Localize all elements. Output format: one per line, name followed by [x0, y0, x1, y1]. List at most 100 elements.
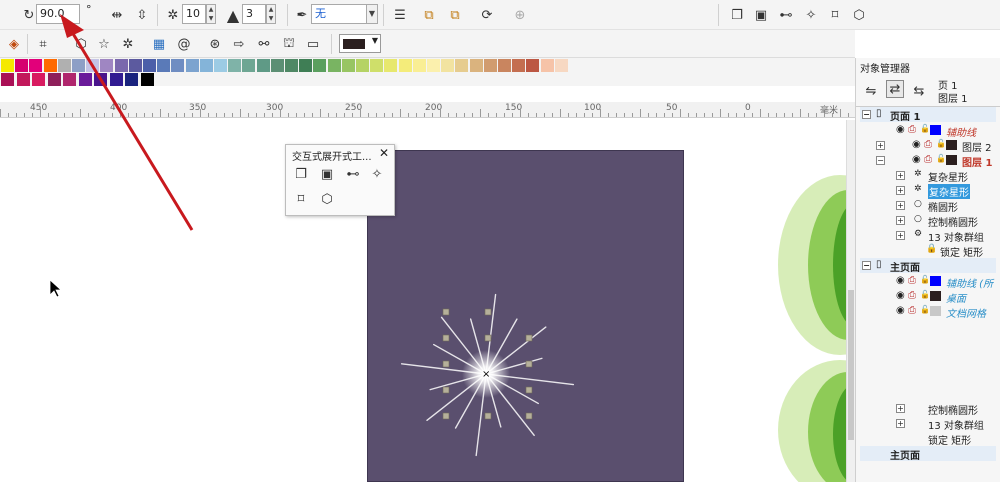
tree-item[interactable]: + ○ 椭圆形	[860, 198, 996, 214]
visibility-eye-icon[interactable]: ◉	[896, 124, 905, 135]
rotation-angle-input[interactable]: 90.0	[36, 4, 80, 24]
print-icon[interactable]: ⎙	[908, 275, 916, 286]
color-picker[interactable]: ▼	[339, 34, 381, 53]
tree-item[interactable]: +13 对象群组	[860, 416, 996, 432]
distort-icon[interactable]: ✧	[368, 165, 386, 183]
visibility-eye-icon[interactable]: ◉	[896, 290, 905, 301]
mirror-horizontal-icon[interactable]: ⇹	[108, 6, 126, 24]
color-swatch[interactable]	[15, 59, 29, 72]
selection-handle[interactable]	[525, 412, 533, 420]
callout-shapes-icon[interactable]: ▭	[304, 35, 322, 53]
tree-header[interactable]: 主页面	[860, 446, 996, 462]
visibility-eye-icon[interactable]: ◉	[896, 305, 905, 316]
selection-handle[interactable]	[525, 360, 533, 368]
color-swatch[interactable]	[299, 59, 313, 72]
color-swatch[interactable]	[469, 59, 483, 72]
star-points-stepper[interactable]: ▲ ▼	[206, 4, 216, 24]
selection-handle[interactable]	[484, 308, 492, 316]
selection-handle[interactable]	[525, 334, 533, 342]
spiral-icon[interactable]: @	[175, 35, 193, 53]
convert-to-curves-icon[interactable]: ⟳	[478, 6, 496, 24]
lock-icon[interactable]: 🔓	[920, 305, 930, 314]
tree-header[interactable]: − ▯ 页面 1	[860, 107, 996, 123]
star-icon[interactable]: ☆	[95, 35, 113, 53]
expand-icon[interactable]: +	[876, 141, 885, 150]
color-swatch[interactable]	[109, 73, 123, 86]
color-swatch[interactable]	[242, 59, 256, 72]
color-swatch[interactable]	[86, 59, 100, 72]
color-swatch[interactable]	[1, 59, 14, 72]
wrap-text-icon[interactable]: ☰	[391, 6, 409, 24]
lock-icon[interactable]: 🔓	[936, 139, 946, 148]
collapse-icon[interactable]: −	[862, 261, 871, 270]
expand-icon[interactable]: +	[896, 231, 905, 240]
complex-star-icon[interactable]: ✲	[119, 35, 137, 53]
color-swatch[interactable]	[554, 59, 568, 72]
color-swatch[interactable]	[143, 59, 156, 72]
expand-icon[interactable]: +	[896, 216, 905, 225]
tree-item[interactable]: ◉ ⎙ 🔓 图层 2 +	[860, 138, 996, 154]
color-swatch[interactable]	[412, 59, 426, 72]
print-icon[interactable]: ⎙	[908, 305, 916, 316]
tree-item[interactable]: + ○ 控制椭圆形	[860, 213, 996, 229]
color-swatch[interactable]	[94, 73, 107, 86]
expand-icon[interactable]: +	[896, 201, 905, 210]
basic-shapes-icon[interactable]: ⊛	[206, 35, 224, 53]
color-swatch[interactable]	[72, 59, 85, 72]
blend-icon[interactable]: ⊷	[777, 6, 795, 24]
tree-item[interactable]: + ⚙ 13 对象群组	[860, 228, 996, 244]
outline-width-select[interactable]: 无	[311, 4, 367, 24]
envelope-icon[interactable]: ⌑	[292, 190, 310, 208]
print-icon[interactable]: ⎙	[924, 154, 932, 165]
arrow-shapes-icon[interactable]: ⇨	[230, 35, 248, 53]
flowchart-shapes-icon[interactable]: ⚯	[255, 35, 273, 53]
layer-color-swatch[interactable]	[946, 155, 957, 165]
color-swatch[interactable]	[57, 59, 71, 72]
lock-icon[interactable]: 🔓	[920, 290, 930, 299]
layer-color-swatch[interactable]	[930, 276, 941, 286]
color-swatch[interactable]	[498, 59, 511, 72]
color-swatch[interactable]	[29, 59, 43, 72]
selection-handle[interactable]	[442, 360, 450, 368]
collapse-icon[interactable]: −	[862, 110, 871, 119]
banner-shapes-icon[interactable]: ⛫	[280, 35, 298, 53]
visibility-eye-icon[interactable]: ◉	[912, 154, 921, 165]
envelope-icon[interactable]: ⌑	[826, 6, 844, 24]
distort-icon[interactable]: ✧	[802, 6, 820, 24]
contour-icon[interactable]: ▣	[318, 165, 336, 183]
selection-handle[interactable]	[525, 386, 533, 394]
visibility-eye-icon[interactable]: ◉	[896, 275, 905, 286]
fill-icon[interactable]: ◈	[5, 35, 23, 53]
color-swatch[interactable]	[128, 59, 142, 72]
color-swatch[interactable]	[157, 59, 171, 72]
expand-icon[interactable]: −	[876, 156, 885, 165]
polygon-icon[interactable]: ⬡	[72, 35, 90, 53]
mirror-vertical-icon[interactable]: ⇳	[133, 6, 151, 24]
selection-handle[interactable]	[442, 334, 450, 342]
color-swatch[interactable]	[441, 59, 455, 72]
color-swatch[interactable]	[32, 73, 45, 86]
color-swatch[interactable]	[384, 59, 398, 72]
color-swatch[interactable]	[270, 59, 284, 72]
vertical-scrollbar[interactable]	[846, 120, 855, 482]
show-properties-icon[interactable]: ⇋	[862, 82, 880, 100]
visibility-eye-icon[interactable]: ◉	[912, 139, 921, 150]
color-swatch[interactable]	[398, 59, 412, 72]
color-swatch[interactable]	[125, 73, 138, 86]
tree-item[interactable]: ◉ ⎙ 🔓 桌面	[860, 289, 996, 305]
layer-color-swatch[interactable]	[930, 306, 941, 316]
extrude-icon[interactable]: ⬡	[850, 6, 868, 24]
color-swatch[interactable]	[140, 73, 154, 86]
star-points-input[interactable]: 10	[182, 4, 206, 24]
close-icon[interactable]: ✕	[379, 146, 389, 160]
color-swatch[interactable]	[356, 59, 369, 72]
tree-item[interactable]: 🔒 锁定 矩形	[860, 243, 996, 259]
color-swatch[interactable]	[78, 73, 92, 86]
color-swatch[interactable]	[114, 59, 128, 72]
color-swatch[interactable]	[214, 59, 227, 72]
expand-icon[interactable]: +	[896, 186, 905, 195]
lock-icon[interactable]: 🔓	[920, 275, 930, 284]
color-swatch[interactable]	[370, 59, 384, 72]
color-swatch[interactable]	[512, 59, 526, 72]
lock-icon[interactable]: 🔓	[936, 154, 946, 163]
